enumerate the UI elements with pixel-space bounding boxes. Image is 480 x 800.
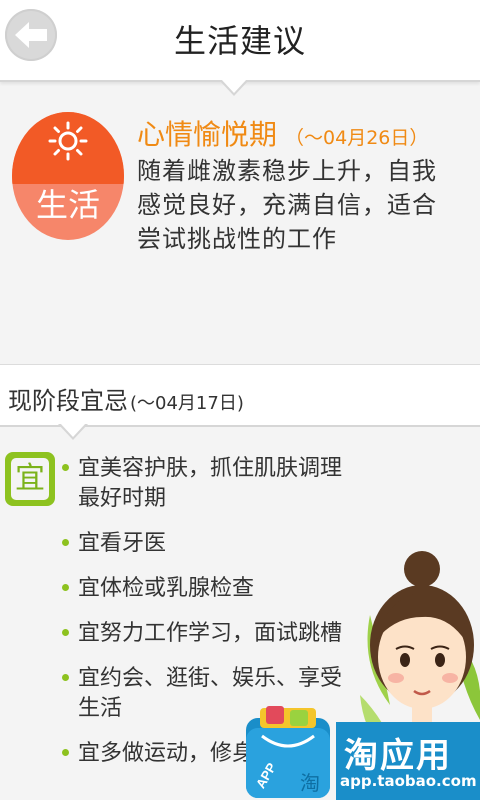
phase-title-text: 心情愉悦期 [137, 118, 278, 151]
life-advice-card: 生活 心情愉悦期 （～04月26日） 随着雌激素稳步上升，自我感觉良好，充满自信，… [0, 96, 480, 361]
bullet-icon [62, 539, 69, 546]
phase-description: 随着雌激素稳步上升，自我感觉良好，充满自信，适合尝试挑战性的工作 [137, 157, 437, 253]
bullet-icon [62, 629, 69, 636]
dos-notch [60, 423, 86, 437]
dos-donts-header: 现阶段宜忌 (～04月17日) [0, 364, 480, 427]
bullet-icon [62, 584, 69, 591]
bullet-icon [62, 674, 69, 681]
dos-donts-title: 现阶段宜忌 (～04月17日) [8, 381, 244, 416]
phase-title: 心情愉悦期 （～04月26日） [137, 113, 428, 153]
list-item: 宜体检或乳腺检查 [62, 574, 342, 604]
dos-donts-title-text: 现阶段宜忌 [8, 387, 128, 415]
list-item-text: 宜多做运动，修身 [78, 741, 255, 766]
list-item: 宜美容护肤，抓住肌肤调理最好时期 [62, 454, 342, 514]
yi-badge-label: 宜 [11, 458, 49, 500]
app-icon-glyph: 淘 [300, 771, 320, 795]
list-item: 宜看牙医 [62, 529, 342, 559]
phase-date: （～04月26日） [285, 127, 429, 149]
life-badge: 生活 [12, 112, 124, 240]
yi-badge: 宜 [5, 452, 55, 506]
life-badge-label: 生活 [35, 186, 100, 224]
header: 生活建议 [0, 0, 480, 82]
dos-donts-date: (～04月17日) [130, 393, 244, 414]
sun-icon [48, 121, 88, 161]
list-item-text: 宜看牙医 [78, 531, 167, 556]
header-notch [221, 79, 247, 93]
list-item-text: 宜美容护肤，抓住肌肤调理最好时期 [78, 456, 343, 511]
page-title: 生活建议 [173, 22, 306, 60]
list-item-text: 宜体检或乳腺检查 [78, 576, 255, 601]
taobao-app-banner[interactable]: 淘应用 app.taobao.com [336, 722, 480, 800]
list-item: 宜努力工作学习，面试跳槽 [62, 619, 342, 649]
bullet-icon [62, 749, 69, 756]
bullet-icon [62, 464, 69, 471]
taobao-app-icon[interactable]: APP 淘 [242, 706, 334, 800]
list-item-text: 宜努力工作学习，面试跳槽 [78, 621, 343, 646]
brand-url: app.taobao.com [340, 772, 477, 790]
brand-name: 淘应用 [344, 736, 452, 776]
